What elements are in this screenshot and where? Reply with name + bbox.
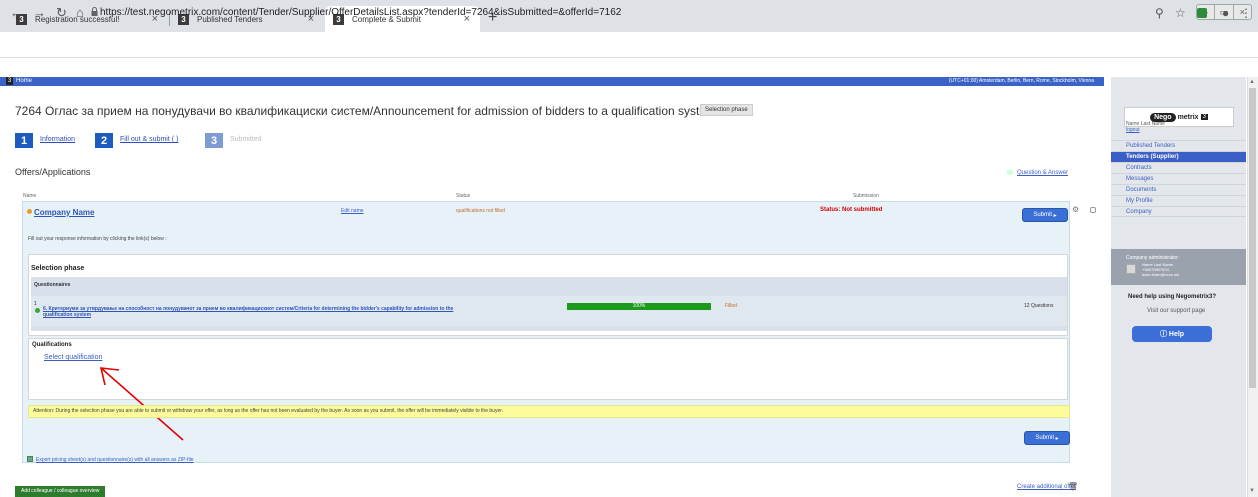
sidebar-item-tenders-supplier[interactable]: Tenders (Supplier) bbox=[1111, 151, 1246, 162]
step-submitted-label: Submitted bbox=[230, 136, 262, 143]
question-answer-icon: ✉ bbox=[1007, 170, 1013, 177]
step-fill-submit-link[interactable]: Fill out & submit ( ) bbox=[120, 136, 178, 143]
scrollbar-thumb[interactable] bbox=[1249, 88, 1256, 388]
zoom-icon[interactable]: ⚲ bbox=[1155, 6, 1164, 20]
questionnaire-link[interactable]: 6. Критериуми за утврдување на способнос… bbox=[43, 306, 463, 318]
sidebar-item-company[interactable]: Company bbox=[1111, 206, 1246, 217]
submit-button-bottom[interactable]: Submit ▸ bbox=[1024, 431, 1070, 445]
home-icon[interactable]: ⌂ bbox=[76, 5, 84, 20]
help-button[interactable]: ⓘ Help bbox=[1132, 326, 1212, 342]
home-breadcrumb[interactable]: 3 Home bbox=[6, 77, 32, 86]
submit-label: Submit bbox=[1033, 212, 1052, 218]
edit-name-link[interactable]: Edit name bbox=[341, 208, 364, 214]
logo-metrix-text: metrix bbox=[1177, 113, 1199, 121]
home-link[interactable]: Home bbox=[16, 78, 32, 84]
sidebar-item-messages[interactable]: Messages bbox=[1111, 173, 1246, 184]
admin-info: Name Last Name +38970807634 fulan.fulan@… bbox=[1142, 262, 1179, 277]
timezone-label: (UTC+01:00) Amsterdam, Berlin, Bern, Rom… bbox=[948, 78, 1094, 84]
qualifications-title: Qualifications bbox=[32, 342, 72, 348]
question-answer-link[interactable]: Question & Answer bbox=[1017, 170, 1068, 176]
url-field[interactable]: https://test.negometrix.com/content/Tend… bbox=[100, 4, 1120, 22]
qualification-status: qualifications not filled bbox=[456, 208, 505, 214]
sidebar-item-contracts[interactable]: Contracts bbox=[1111, 162, 1246, 173]
questionnaire-status: Filled bbox=[725, 303, 737, 309]
filled-status-icon bbox=[35, 308, 40, 313]
lock-icon bbox=[91, 7, 98, 16]
status-dot-icon bbox=[27, 209, 32, 214]
select-qualification-link[interactable]: Select qualification bbox=[44, 354, 102, 361]
sidebar-item-documents[interactable]: Documents bbox=[1111, 184, 1246, 195]
attention-banner: Attention: During the selection phase yo… bbox=[28, 405, 1070, 418]
top-navigation-strip bbox=[0, 77, 1104, 86]
negometrix-logo-icon: 3 bbox=[6, 77, 13, 85]
back-icon[interactable]: ← bbox=[10, 5, 23, 20]
address-bar bbox=[0, 32, 1258, 58]
questionnaire-number: 1 bbox=[34, 301, 37, 307]
step-3-number: 3 bbox=[205, 133, 223, 148]
submit-button-top[interactable]: Submit ▸ bbox=[1022, 208, 1068, 222]
company-name-link[interactable]: Company Name bbox=[34, 208, 94, 217]
gear-icon[interactable]: ⚙ bbox=[1072, 205, 1079, 214]
phase-badge: Selection phase bbox=[700, 104, 753, 116]
admin-label: Company administrator: bbox=[1126, 255, 1180, 261]
question-count: 12 Questions bbox=[1024, 303, 1054, 309]
help-question: Need help using Negometrix3? bbox=[1128, 294, 1217, 300]
forward-icon[interactable]: → bbox=[33, 5, 46, 20]
column-header-submission: Submission bbox=[853, 193, 879, 199]
annotation-arrow-icon bbox=[99, 367, 184, 441]
sidebar-item-published-tenders[interactable]: Published Tenders bbox=[1111, 140, 1246, 151]
selection-phase-title: Selection phase bbox=[31, 265, 85, 272]
help-label: Help bbox=[1168, 330, 1185, 338]
step-2-number: 2 bbox=[95, 133, 113, 148]
account-icon[interactable]: ● bbox=[1222, 6, 1229, 20]
checkbox-icon[interactable] bbox=[1090, 207, 1096, 213]
progress-bar: 100% bbox=[567, 303, 711, 310]
export-zip-link[interactable]: Export pricing sheet(s) and questionnair… bbox=[36, 457, 194, 463]
scroll-down-icon[interactable]: ▼ bbox=[1249, 488, 1255, 494]
column-header-status: Status bbox=[456, 193, 471, 199]
submission-status: Status: Not submitted bbox=[820, 207, 883, 213]
column-header-name: Name bbox=[23, 193, 37, 199]
export-zip-icon bbox=[27, 456, 33, 462]
fill-out-hint: Fill out your response information by cl… bbox=[28, 236, 167, 242]
support-link[interactable]: Visit our support page bbox=[1147, 308, 1205, 314]
step-information-link[interactable]: Information bbox=[40, 136, 75, 143]
extension-icon[interactable] bbox=[1197, 8, 1207, 18]
logo-3-mark: 3 bbox=[1200, 114, 1208, 120]
reload-icon[interactable]: ↻ bbox=[56, 5, 67, 21]
help-icon: ⓘ bbox=[1159, 331, 1169, 338]
menu-icon[interactable]: ⋮ bbox=[1240, 6, 1252, 20]
star-icon[interactable]: ☆ bbox=[1175, 6, 1186, 20]
avatar bbox=[1126, 264, 1136, 274]
admin-email[interactable]: fulan.fulan@eccs.mk bbox=[1142, 272, 1179, 277]
step-1-number: 1 bbox=[15, 133, 33, 148]
add-colleague-button[interactable]: Add colleague / colleague overview bbox=[15, 486, 106, 497]
progress-label: 100% bbox=[632, 303, 646, 309]
logout-link[interactable]: logout bbox=[1126, 127, 1140, 133]
offers-title: Offers/Applications bbox=[15, 167, 91, 177]
sidebar-item-my-profile[interactable]: My Profile bbox=[1111, 195, 1246, 206]
submit-label: Submit bbox=[1035, 435, 1054, 441]
page-title: 7264 Оглас за прием на понудувачи во ква… bbox=[15, 104, 717, 118]
trash-icon[interactable]: 🗑 bbox=[1068, 482, 1078, 491]
questionnaires-title: Questionnaires bbox=[34, 282, 71, 288]
separator: | bbox=[1061, 484, 1063, 490]
scroll-up-icon[interactable]: ▲ bbox=[1249, 79, 1255, 85]
